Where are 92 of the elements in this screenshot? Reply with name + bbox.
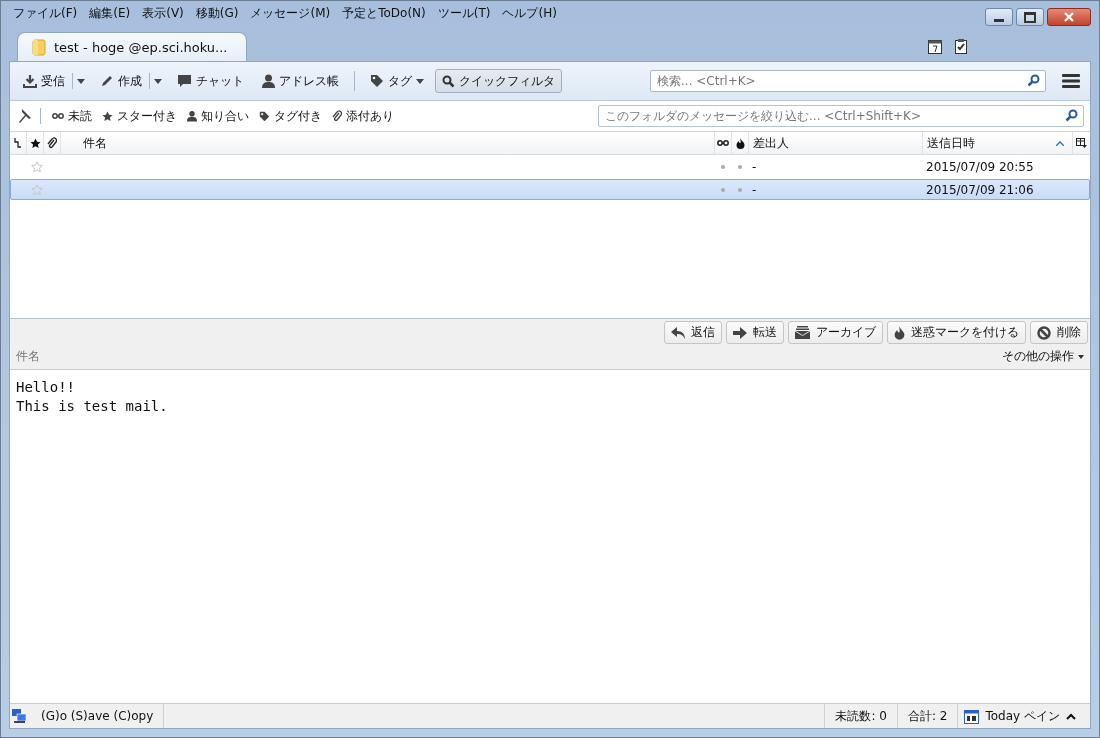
filter-search-field[interactable]: このフォルダのメッセージを絞り込む... <Ctrl+Shift+K>	[598, 105, 1084, 127]
pencil-icon	[100, 74, 114, 88]
chat-icon	[177, 74, 192, 88]
body-line: Hello!!	[16, 378, 76, 397]
star-icon[interactable]	[30, 183, 43, 196]
filter-button[interactable]: 未読	[49, 107, 95, 125]
minimize-button[interactable]	[985, 8, 1013, 26]
search-icon[interactable]	[1065, 109, 1078, 122]
filter-button[interactable]: 添付あり	[329, 107, 397, 125]
caret-icon	[154, 78, 162, 84]
read-status-dot[interactable]	[720, 187, 725, 192]
filter-button[interactable]: スター付き	[99, 107, 180, 125]
archive-icon	[795, 326, 810, 339]
message-row[interactable]: - 2015/07/09 21:06	[10, 179, 1090, 200]
network-icon[interactable]	[12, 709, 27, 723]
search-icon	[442, 74, 455, 88]
subject-label: 件名	[16, 348, 40, 365]
menu-item[interactable]: ヘルプ(H)	[496, 4, 563, 22]
toolbar-button[interactable]: 受信	[16, 69, 72, 93]
star-icon	[29, 137, 41, 149]
sender-cell-text: -	[751, 182, 758, 197]
date-cell-text: 2015/07/09 21:06	[925, 182, 1035, 197]
menu-item[interactable]: ツール(T)	[431, 4, 497, 22]
message-action-button[interactable]: 返信	[664, 321, 722, 344]
filter-button[interactable]: タグ付き	[256, 107, 325, 125]
menu-item[interactable]: ファイル(F)	[9, 4, 84, 22]
pin-icon[interactable]	[16, 108, 32, 124]
folder-tab[interactable]: test - hoge @ep.sci.hoku...	[17, 32, 247, 61]
unread-count: 未読数: 0	[824, 704, 897, 728]
chevron-up-icon	[1066, 712, 1076, 720]
reply-icon	[671, 326, 685, 339]
column-header[interactable]: 件名	[61, 132, 715, 154]
sender-cell-text: -	[751, 159, 758, 174]
sort-ascending-icon	[1056, 140, 1064, 146]
junk-status-dot[interactable]	[737, 164, 742, 169]
read-status-dot[interactable]	[720, 164, 725, 169]
task-icon[interactable]	[953, 38, 969, 54]
thread-icon	[14, 138, 22, 148]
calendar-icon	[964, 708, 980, 724]
status-text: (G)o (S)ave (C)opy	[27, 704, 165, 728]
block-icon	[1037, 325, 1051, 340]
message-action-button[interactable]: 迷惑マークを付ける	[887, 321, 1026, 344]
more-actions-button[interactable]: その他の操作	[998, 348, 1088, 365]
body-line: This is test mail.	[16, 397, 169, 416]
star-icon	[102, 110, 113, 122]
tag-icon	[370, 74, 384, 88]
column-header[interactable]: 差出人	[749, 132, 923, 154]
message-action-button[interactable]: 削除	[1030, 321, 1088, 344]
folder-icon	[32, 38, 46, 56]
caret-icon	[1078, 354, 1084, 359]
column-picker-icon	[1076, 138, 1087, 148]
close-icon	[1063, 12, 1075, 22]
message-action-button[interactable]: 転送	[726, 321, 784, 344]
calendar-icon[interactable]	[927, 38, 943, 54]
message-row[interactable]: - 2015/07/09 20:55	[10, 156, 1090, 177]
star-icon[interactable]	[30, 160, 43, 173]
glasses-icon	[717, 139, 729, 147]
menu-item[interactable]: メッセージ(M)	[244, 4, 337, 22]
restore-button[interactable]	[1016, 8, 1044, 26]
menu-item[interactable]: 編集(E)	[83, 4, 137, 22]
toolbar-button[interactable]: チャット	[170, 69, 251, 93]
column-header[interactable]: 送信日時	[923, 132, 1073, 154]
message-action-button[interactable]: アーカイブ	[788, 321, 883, 344]
download-icon	[23, 74, 37, 88]
glasses-icon	[52, 112, 64, 120]
search-icon[interactable]	[1027, 74, 1040, 87]
junk-status-dot[interactable]	[737, 187, 742, 192]
menu-item[interactable]: 表示(V)	[136, 4, 190, 22]
tag-icon	[259, 110, 270, 122]
person-icon	[187, 110, 197, 122]
toolbar-button[interactable]: アドレス帳	[255, 69, 346, 93]
menu-item[interactable]: 予定とToDo(N)	[336, 4, 432, 22]
flame-icon	[735, 137, 745, 149]
paperclip-icon	[332, 110, 342, 122]
caret-icon	[77, 78, 85, 84]
paperclip-icon	[47, 137, 57, 149]
caret-icon	[416, 78, 424, 84]
read-column-header[interactable]	[715, 132, 732, 154]
search-field[interactable]: 検索... <Ctrl+K>	[650, 70, 1046, 92]
menu-icon[interactable]	[1062, 73, 1080, 89]
arrow-right-icon	[733, 326, 747, 339]
menu-item[interactable]: 移動(G)	[189, 4, 245, 22]
person-icon	[262, 74, 275, 88]
today-pane-button[interactable]: Today ペイン	[957, 704, 1090, 728]
toolbar-button[interactable]: 作成	[93, 69, 149, 93]
toolbar-button[interactable]: クイックフィルタ	[435, 69, 562, 93]
toolbar-button[interactable]: タグ	[363, 69, 431, 93]
date-cell-text: 2015/07/09 20:55	[925, 159, 1035, 174]
total-count: 合計: 2	[896, 704, 958, 728]
close-button[interactable]	[1047, 8, 1091, 26]
flame-icon	[894, 325, 905, 340]
filter-button[interactable]: 知り合い	[184, 107, 252, 125]
